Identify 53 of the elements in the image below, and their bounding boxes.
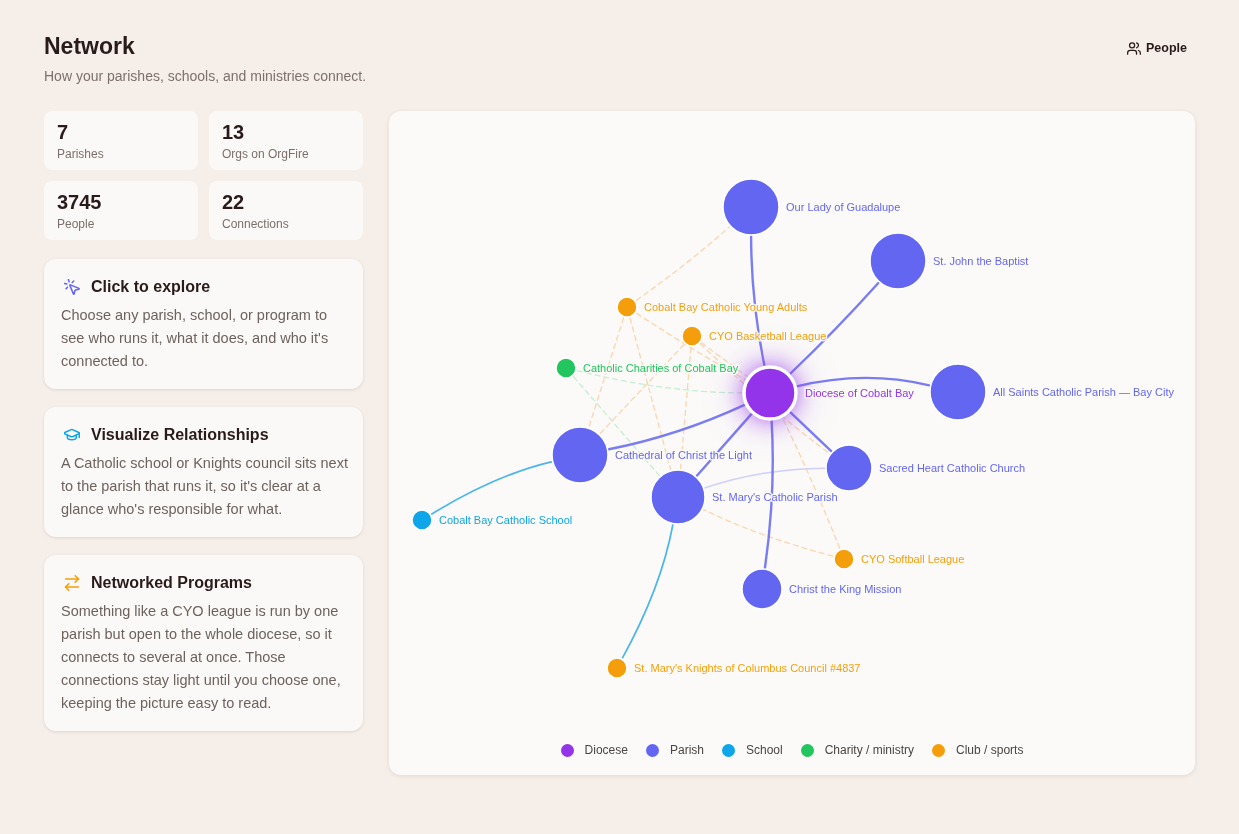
stat-label: Connections xyxy=(222,216,289,232)
network-node[interactable] xyxy=(555,357,577,379)
legend-label: School xyxy=(746,742,783,758)
network-node[interactable] xyxy=(741,568,783,610)
card-text: A Catholic school or Knights council sits next to the parish that runs it, so it's clear at a glance who's responsible for what. xyxy=(61,454,348,519)
legend-label: Charity / ministry xyxy=(824,742,915,758)
stat-value: 3745 xyxy=(57,190,102,214)
stat-value: 22 xyxy=(222,190,245,214)
network-node[interactable] xyxy=(869,232,927,290)
network-node[interactable] xyxy=(616,296,638,318)
legend-label: Parish xyxy=(669,742,704,758)
stat-label: People xyxy=(57,216,95,232)
people-icon xyxy=(1127,41,1141,55)
stat-label: Orgs on OrgFire xyxy=(222,146,309,162)
graduation-cap-icon xyxy=(64,427,80,443)
card-text: Something like a CYO league is run by one parish but open to the whole diocese, so it connects to several at once. Those connections stay light until you choose one, keeping the picture easy to read. xyxy=(61,602,342,713)
network-node[interactable] xyxy=(551,426,609,484)
network-node[interactable] xyxy=(742,365,798,421)
people-button[interactable]: People xyxy=(1119,36,1195,60)
node-label: Cobalt Bay Catholic Young Adults xyxy=(644,301,808,313)
page-title: Network xyxy=(44,32,135,60)
node-label: Sacred Heart Catholic Church xyxy=(879,462,1026,474)
stat-value: 13 xyxy=(222,120,245,144)
node-label: Christ the King Mission xyxy=(789,583,902,595)
network-node[interactable] xyxy=(929,363,987,421)
network-node[interactable] xyxy=(411,509,433,531)
network-node[interactable] xyxy=(825,444,873,492)
node-label: St. John the Baptist xyxy=(933,255,1029,267)
card-text: Choose any parish, school, or program to see who runs it, what it does, and who it's connected to. xyxy=(61,306,330,371)
network-node[interactable] xyxy=(833,548,855,570)
swap-arrows-icon xyxy=(64,575,80,591)
card-title: Click to explore xyxy=(91,277,211,297)
card-title: Networked Programs xyxy=(91,573,252,593)
stat-label: Parishes xyxy=(57,146,104,162)
network-node[interactable] xyxy=(681,325,703,347)
node-label: Cobalt Bay Catholic School xyxy=(439,514,573,526)
stat-value: 7 xyxy=(57,120,69,144)
node-label: Catholic Charities of Cobalt Bay xyxy=(583,362,739,374)
card-title: Visualize Relationships xyxy=(91,425,269,445)
legend-label: Club / sports xyxy=(956,742,1024,758)
node-label: Diocese of Cobalt Bay xyxy=(805,387,914,399)
network-node[interactable] xyxy=(722,178,780,236)
page-subtitle: How your parishes, schools, and ministries connect. xyxy=(44,67,367,86)
node-label: St. Mary's Knights of Columbus Council #4837 xyxy=(634,662,861,674)
network-node[interactable] xyxy=(650,469,706,525)
node-label: CYO Basketball League xyxy=(709,330,827,342)
legend-label: Diocese xyxy=(584,742,628,758)
connection-line xyxy=(788,410,833,453)
cursor-click-icon xyxy=(64,279,80,295)
node-label: All Saints Catholic Parish — Bay City xyxy=(993,386,1174,398)
node-label: Our Lady of Guadalupe xyxy=(786,201,901,213)
node-label: CYO Softball League xyxy=(861,553,965,565)
network-node[interactable] xyxy=(606,657,628,679)
